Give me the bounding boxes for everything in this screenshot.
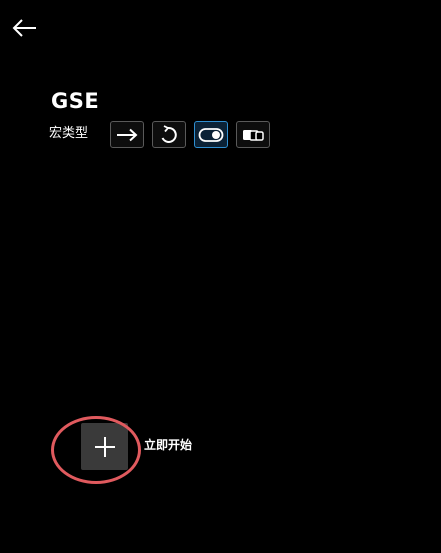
start-now-label[interactable]: 立即开始 <box>144 437 192 453</box>
toggle-icon <box>198 127 224 143</box>
page-title: GSE <box>51 89 100 113</box>
plus-icon <box>93 435 117 459</box>
back-button[interactable] <box>10 14 40 42</box>
arrow-left-icon <box>10 14 40 42</box>
repeat-icon <box>159 124 179 145</box>
macro-type-repeat-button[interactable] <box>152 121 186 148</box>
macro-type-selector <box>110 121 270 148</box>
macro-type-label: 宏类型 <box>49 126 89 141</box>
arrow-right-icon <box>115 128 139 142</box>
macro-type-sequence-button[interactable] <box>236 121 270 148</box>
start-now-add-button[interactable] <box>81 423 128 470</box>
sequence-icon <box>241 127 265 143</box>
macro-type-no-repeat-button[interactable] <box>110 121 144 148</box>
macro-type-toggle-button[interactable] <box>194 121 228 148</box>
